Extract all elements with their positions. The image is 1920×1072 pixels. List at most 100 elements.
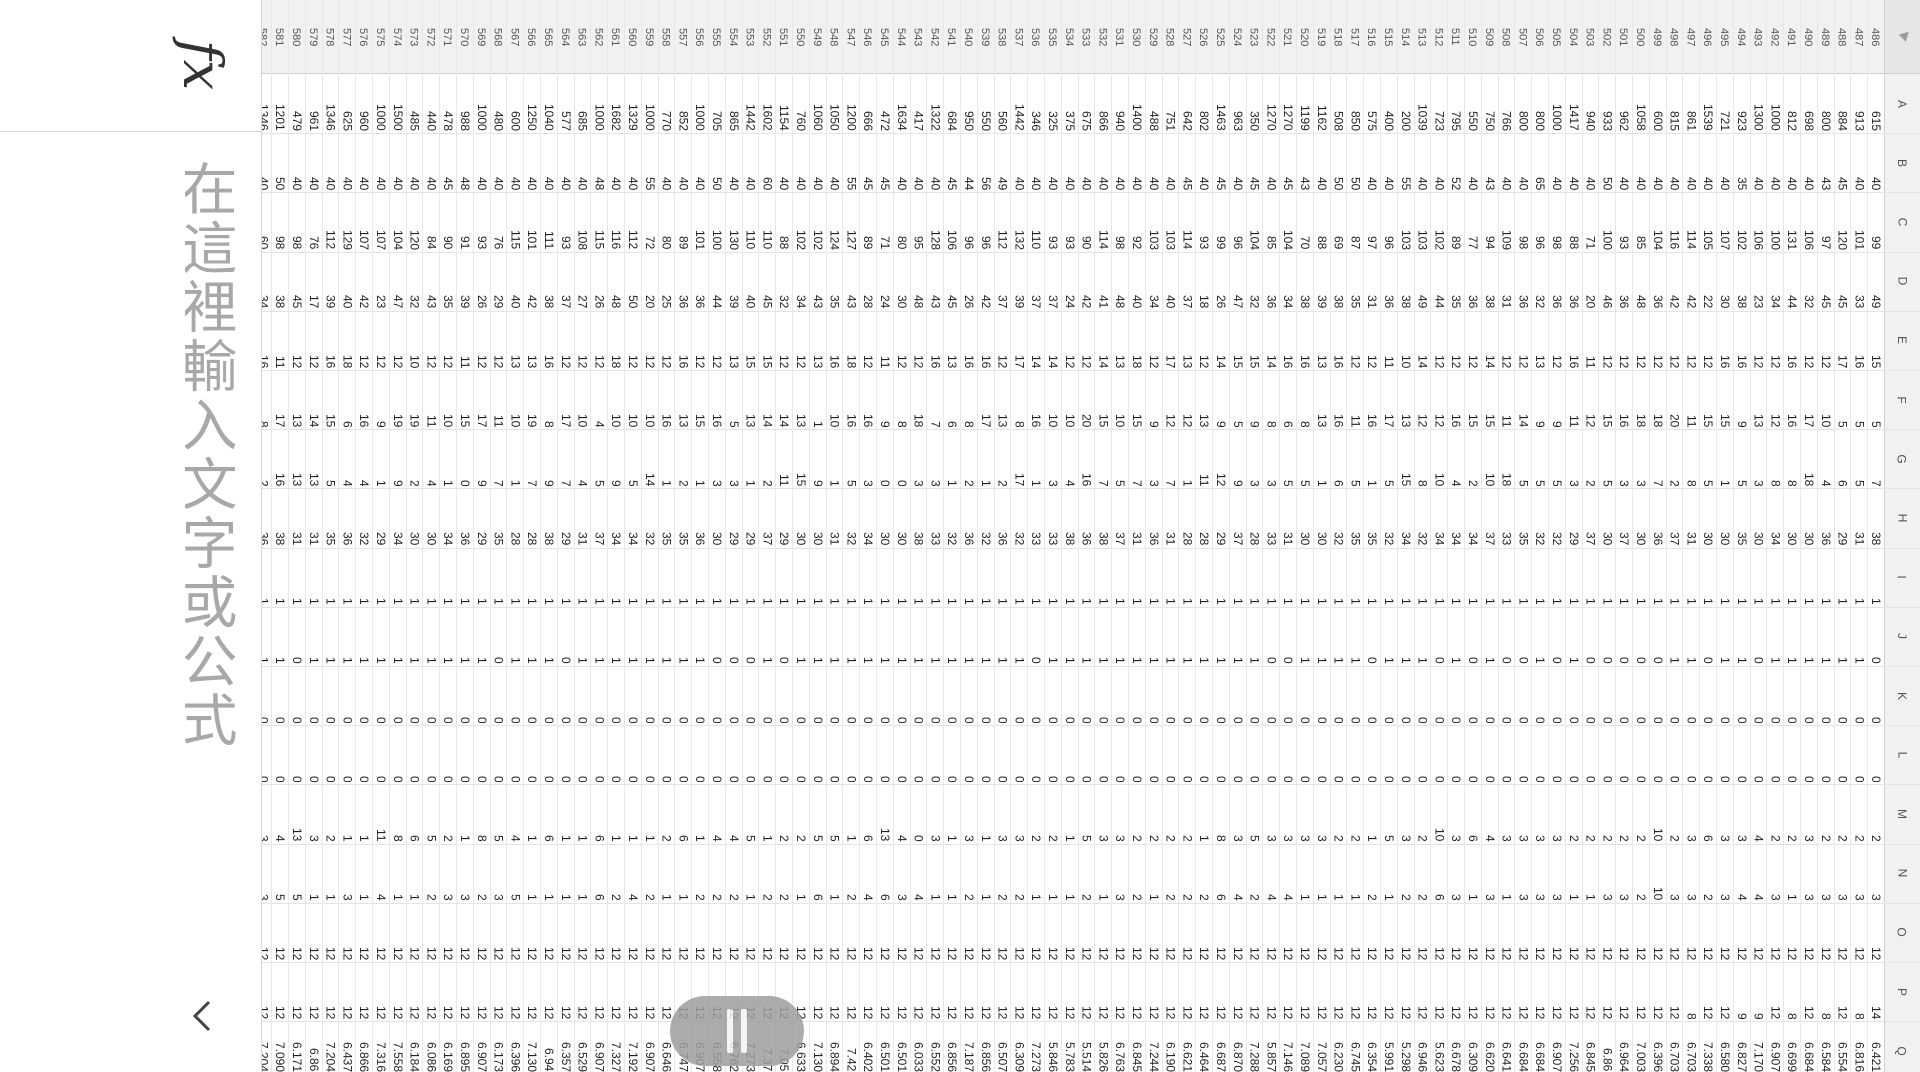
- table-cell[interactable]: 6.0331: [911, 1023, 927, 1072]
- table-cell[interactable]: 12: [1062, 313, 1078, 368]
- table-cell[interactable]: 1417: [1566, 76, 1582, 131]
- table-cell[interactable]: 45: [860, 135, 876, 190]
- table-cell[interactable]: 32: [1415, 490, 1431, 545]
- table-cell[interactable]: 12: [927, 964, 943, 1019]
- table-cell[interactable]: 12: [306, 313, 322, 368]
- table-cell[interactable]: 40: [743, 135, 759, 190]
- table-cell[interactable]: 16: [1851, 313, 1867, 368]
- table-cell[interactable]: 12: [407, 905, 423, 960]
- table-cell[interactable]: 38: [1734, 254, 1750, 308]
- table-cell[interactable]: 1: [843, 786, 859, 842]
- row-header[interactable]: 519: [1313, 4, 1329, 70]
- table-cell[interactable]: 11: [1499, 372, 1515, 427]
- table-cell[interactable]: 1: [1213, 609, 1229, 664]
- table-cell[interactable]: 6.6412: [1499, 1023, 1515, 1072]
- table-cell[interactable]: 12: [1683, 313, 1699, 368]
- table-cell[interactable]: 12: [1213, 431, 1229, 486]
- table-cell[interactable]: 13: [289, 786, 305, 841]
- table-cell[interactable]: 0: [1028, 727, 1044, 783]
- table-cell[interactable]: 6.9078: [642, 1023, 658, 1072]
- table-cell[interactable]: 12: [1448, 313, 1464, 368]
- table-cell[interactable]: 2: [1465, 431, 1481, 487]
- table-cell[interactable]: 15: [1868, 313, 1884, 368]
- row-header[interactable]: 533: [1078, 4, 1094, 70]
- table-cell[interactable]: 2: [1398, 846, 1414, 901]
- table-cell[interactable]: 2: [1633, 786, 1649, 842]
- table-cell[interactable]: 0: [608, 668, 624, 724]
- table-cell[interactable]: 1: [927, 550, 943, 605]
- table-cell[interactable]: 12: [1196, 313, 1212, 368]
- table-cell[interactable]: 0: [675, 668, 691, 724]
- table-cell[interactable]: 815: [1667, 76, 1683, 131]
- table-cell[interactable]: 12: [659, 905, 675, 960]
- table-cell[interactable]: 5: [1112, 431, 1128, 487]
- table-cell[interactable]: 0: [944, 668, 960, 724]
- table-cell[interactable]: 0: [1431, 609, 1447, 664]
- table-cell[interactable]: 40: [524, 135, 540, 190]
- table-cell[interactable]: 0: [457, 431, 473, 487]
- table-cell[interactable]: 3: [1549, 846, 1565, 901]
- row-header[interactable]: 526: [1195, 4, 1211, 70]
- table-cell[interactable]: 93: [558, 194, 574, 249]
- table-cell[interactable]: 90: [1079, 194, 1095, 249]
- table-cell[interactable]: 0: [1700, 668, 1716, 724]
- table-cell[interactable]: 45: [1280, 135, 1296, 190]
- row-header[interactable]: 496: [1699, 4, 1715, 70]
- table-cell[interactable]: 42: [356, 254, 372, 308]
- table-cell[interactable]: 0: [1314, 668, 1330, 724]
- table-cell[interactable]: 42: [978, 254, 994, 308]
- table-cell[interactable]: 346: [1028, 76, 1044, 131]
- table-cell[interactable]: 560: [995, 76, 1011, 131]
- spreadsheet-grid[interactable]: 486 615 40 99 49 15 5 7 38 1 0 0 0 2 3 12 14 6.4216 487 913…: [262, 0, 1920, 1072]
- table-cell[interactable]: 12: [1566, 964, 1582, 1019]
- table-cell[interactable]: 0: [1230, 727, 1246, 783]
- table-cell[interactable]: 6: [1431, 846, 1447, 901]
- table-cell[interactable]: 13: [524, 313, 540, 368]
- table-cell[interactable]: 1682: [608, 76, 624, 131]
- table-cell[interactable]: 0: [591, 727, 607, 783]
- table-cell[interactable]: 40: [625, 135, 641, 190]
- table-cell[interactable]: 37: [1045, 254, 1061, 308]
- row-header[interactable]: 577: [338, 4, 354, 70]
- table-cell[interactable]: 1: [642, 550, 658, 605]
- table-cell[interactable]: 6.3099: [1011, 1023, 1027, 1072]
- table-cell[interactable]: 2: [1415, 786, 1431, 842]
- table-cell[interactable]: 6.6871: [1213, 1023, 1229, 1072]
- table-cell[interactable]: 2: [1667, 431, 1683, 487]
- table-cell[interactable]: 71: [1583, 194, 1599, 249]
- table-cell[interactable]: 15: [743, 313, 759, 368]
- row-header[interactable]: 490: [1800, 4, 1816, 70]
- table-cell[interactable]: 3: [440, 846, 456, 901]
- table-cell[interactable]: 0: [423, 727, 439, 783]
- table-cell[interactable]: 1000: [474, 76, 490, 131]
- table-cell[interactable]: 89: [860, 194, 876, 249]
- table-cell[interactable]: 12: [1683, 905, 1699, 960]
- table-cell[interactable]: 12: [877, 905, 893, 960]
- table-cell[interactable]: 5.5147: [1079, 1023, 1095, 1072]
- table-cell[interactable]: 0: [1448, 668, 1464, 724]
- row-header[interactable]: 522: [1262, 4, 1278, 70]
- table-cell[interactable]: 38: [1331, 254, 1347, 308]
- table-cell[interactable]: 2: [793, 786, 809, 842]
- table-cell[interactable]: 7.2049: [262, 1023, 271, 1072]
- table-cell[interactable]: 40: [927, 135, 943, 190]
- table-cell[interactable]: 5.2983: [1398, 1023, 1414, 1072]
- table-cell[interactable]: 1040: [541, 76, 557, 131]
- table-cell[interactable]: 0: [726, 727, 742, 783]
- table-cell[interactable]: 16: [1331, 372, 1347, 427]
- table-cell[interactable]: 12: [911, 313, 927, 368]
- table-cell[interactable]: 12: [759, 905, 775, 960]
- table-cell[interactable]: 17: [558, 372, 574, 427]
- table-cell[interactable]: 0: [1247, 727, 1263, 783]
- table-cell[interactable]: 1: [659, 431, 675, 487]
- table-cell[interactable]: 0: [1515, 609, 1531, 664]
- table-cell[interactable]: 1: [541, 609, 557, 664]
- table-cell[interactable]: 12: [1297, 964, 1313, 1019]
- table-cell[interactable]: 1: [1347, 846, 1363, 901]
- table-cell[interactable]: 1: [944, 786, 960, 842]
- table-cell[interactable]: 36: [339, 490, 355, 545]
- table-cell[interactable]: 40: [608, 135, 624, 190]
- table-cell[interactable]: 12: [390, 313, 406, 368]
- table-cell[interactable]: 1: [339, 550, 355, 605]
- table-cell[interactable]: 5: [1734, 431, 1750, 487]
